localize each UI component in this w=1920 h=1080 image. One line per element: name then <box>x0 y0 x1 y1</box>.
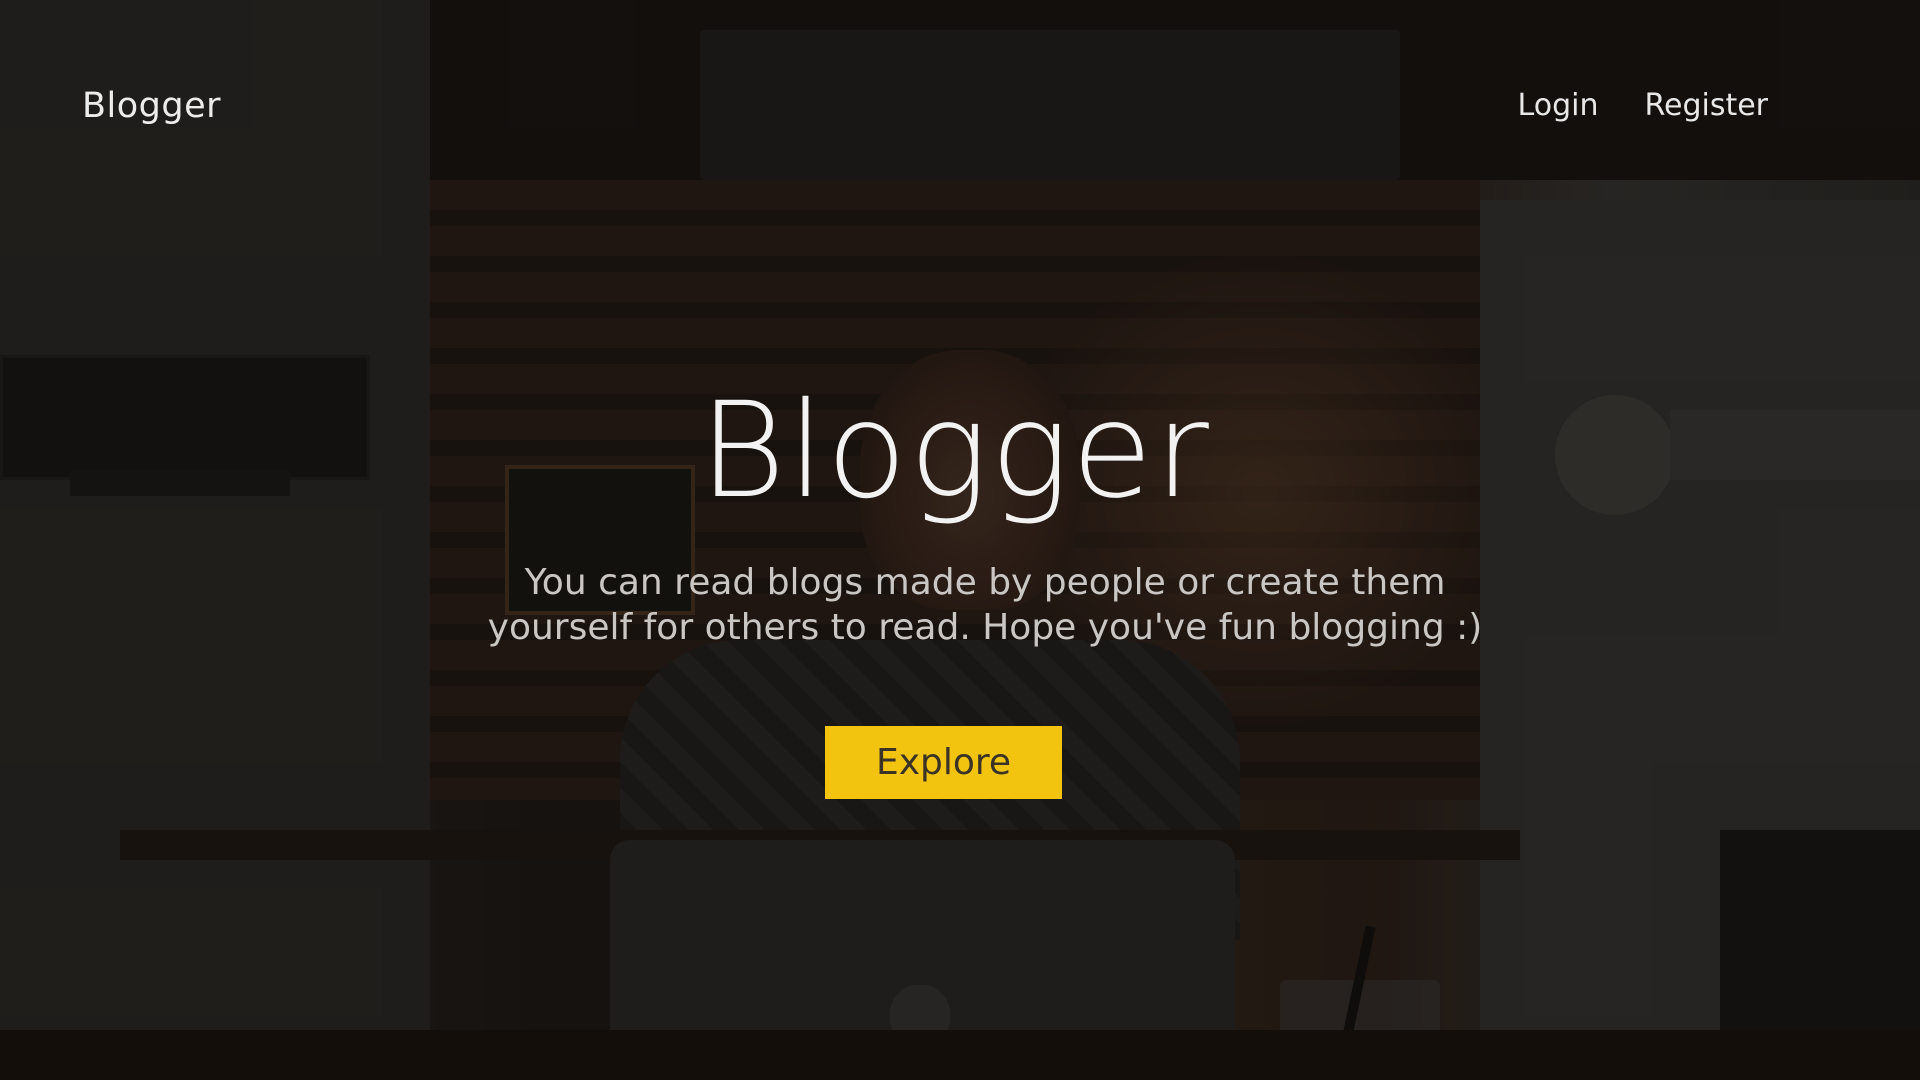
background-table <box>120 830 1520 860</box>
background-cup <box>1280 980 1440 1080</box>
background-wall-left <box>0 0 430 1080</box>
background-straw <box>1334 925 1376 1075</box>
background-wall-right <box>1480 200 1920 1080</box>
background-shelf <box>1720 830 1920 1080</box>
hero-subtitle: You can read blogs made by people or cre… <box>487 562 1483 648</box>
login-link[interactable]: Login <box>1518 88 1599 123</box>
hero-title: Blogger <box>699 374 1211 528</box>
dark-overlay <box>0 0 1920 1080</box>
brand-logo-link[interactable]: Blogger <box>82 86 221 126</box>
nav-links: Login Register <box>1518 88 1768 123</box>
apple-logo-icon <box>890 985 950 1049</box>
background-bench <box>0 1030 1920 1080</box>
hero-section: Blogger Login Register Blogger You can r… <box>0 0 1920 1080</box>
explore-button[interactable]: Explore <box>825 726 1062 799</box>
register-link[interactable]: Register <box>1644 88 1768 123</box>
background-laptop <box>610 840 1235 1080</box>
background-vent <box>700 30 1400 180</box>
